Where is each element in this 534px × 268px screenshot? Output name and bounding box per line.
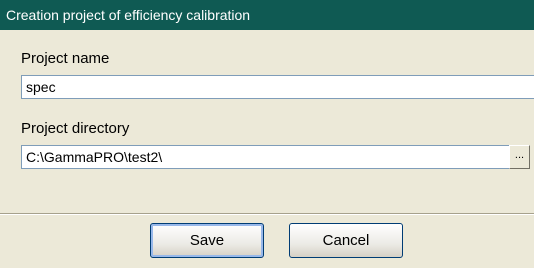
project-name-label: Project name: [21, 50, 110, 67]
form-panel: Project name spec Project directory C:\G…: [0, 30, 534, 214]
window-title: Creation project of efficiency calibrati…: [0, 0, 534, 30]
divider: [0, 214, 534, 215]
browse-button[interactable]: ...: [509, 145, 530, 169]
cancel-button[interactable]: Cancel: [289, 223, 403, 258]
save-button[interactable]: Save: [150, 223, 264, 258]
project-directory-label: Project directory: [21, 120, 130, 137]
project-name-input[interactable]: spec: [21, 75, 534, 99]
dialog-window: Creation project of efficiency calibrati…: [0, 0, 534, 268]
project-directory-input[interactable]: C:\GammaPRO\test2\: [21, 145, 509, 169]
